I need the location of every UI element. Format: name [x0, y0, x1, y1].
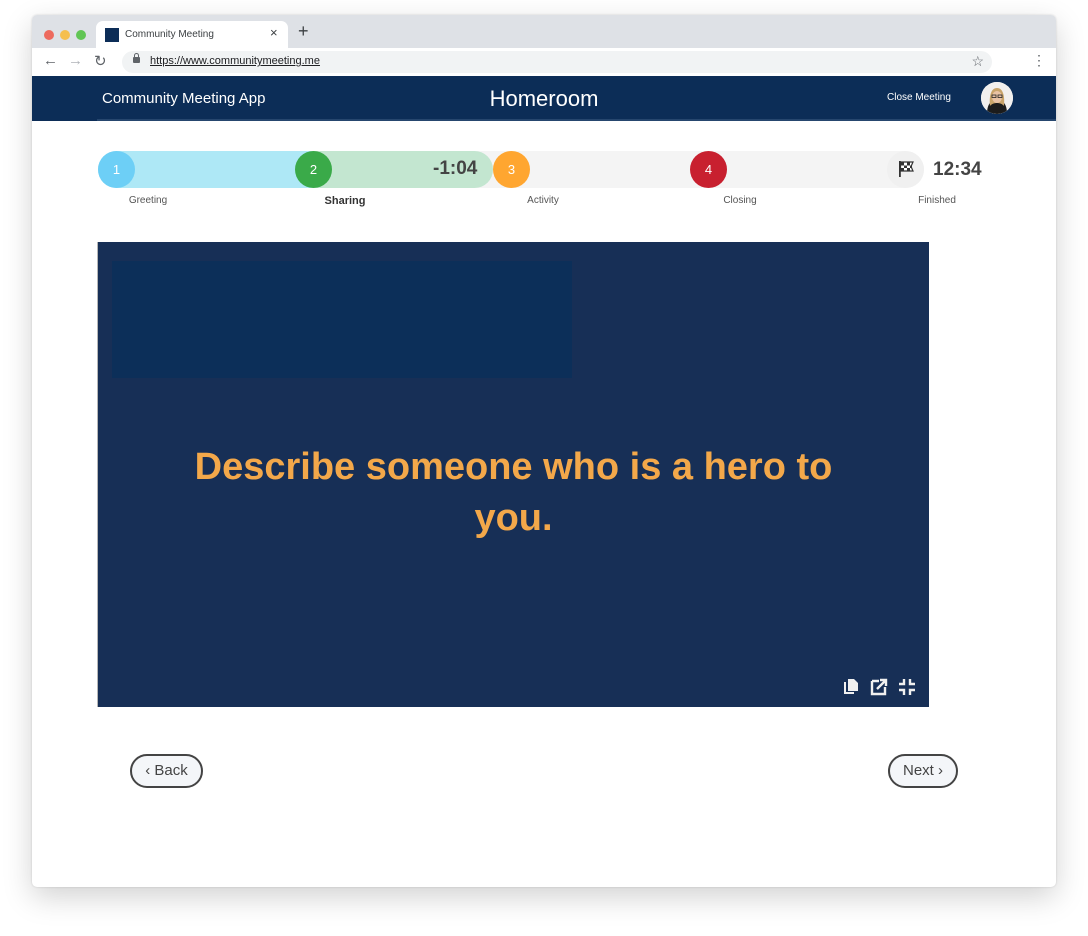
tab-close-icon[interactable]: × [270, 25, 278, 40]
step-number: 2 [309, 162, 318, 177]
open-external-icon[interactable] [869, 677, 889, 697]
slide-toolbar [841, 677, 917, 697]
step-4-button[interactable]: 4 [690, 151, 727, 188]
step-label-greeting: Greeting [128, 195, 168, 206]
step-label-activity: Activity [527, 195, 559, 206]
step-number: 3 [507, 162, 516, 177]
agenda-progress-bar: 1 2 -1:04 3 4 [98, 151, 924, 188]
step-3-button[interactable]: 3 [493, 151, 530, 188]
finish-step-button[interactable] [887, 151, 924, 188]
step-number: 1 [112, 162, 121, 177]
lock-icon [133, 53, 140, 63]
browser-menu-icon[interactable]: ⋮ [1032, 53, 1046, 67]
window-maximize-dot[interactable] [76, 30, 86, 40]
slide-prompt: Describe someone who is a hero to you. [194, 446, 833, 539]
favicon-icon [105, 28, 119, 42]
window-minimize-dot[interactable] [60, 30, 70, 40]
avatar[interactable] [981, 82, 1013, 114]
slide-header-box [112, 261, 572, 378]
address-bar[interactable]: https://www.communitymeeting.me ☆ [122, 51, 992, 73]
app-header: Community Meeting App Homeroom Close Mee… [32, 76, 1056, 121]
user-photo-icon [981, 82, 1013, 114]
copy-icon[interactable] [841, 677, 861, 697]
step-label-finished: Finished [918, 195, 956, 206]
slide-viewer: Describe someone who is a hero to you. [97, 242, 929, 707]
bookmark-star-icon[interactable]: ☆ [971, 53, 984, 70]
forward-arrow-icon[interactable]: → [68, 52, 83, 69]
step-number: 4 [704, 162, 713, 177]
checkered-flag-icon [898, 161, 914, 177]
window-close-dot[interactable] [44, 30, 54, 40]
step-1-button[interactable]: 1 [98, 151, 135, 188]
step-label-closing: Closing [723, 195, 757, 206]
total-time: 12:34 [933, 159, 982, 180]
browser-toolbar: ← → ↻ https://www.communitymeeting.me ☆ … [32, 48, 1056, 76]
tab-strip: Community Meeting × + [32, 15, 1056, 48]
close-meeting-button[interactable]: Close Meeting [887, 92, 951, 103]
step-2-button[interactable]: 2 [295, 151, 332, 188]
exit-fullscreen-icon[interactable] [897, 677, 917, 697]
reload-icon[interactable]: ↻ [94, 52, 107, 70]
back-button[interactable]: ‹ Back [130, 754, 203, 788]
overtime-counter: -1:04 [433, 158, 478, 179]
next-button[interactable]: Next › [888, 754, 958, 788]
step-label-sharing: Sharing [324, 195, 366, 207]
tab-title: Community Meeting [125, 29, 214, 40]
new-tab-icon[interactable]: + [298, 21, 309, 42]
back-arrow-icon[interactable]: ← [43, 52, 58, 69]
url-text[interactable]: https://www.communitymeeting.me [150, 55, 320, 67]
browser-tab[interactable]: Community Meeting × [96, 21, 288, 48]
header-divider [97, 119, 1056, 121]
